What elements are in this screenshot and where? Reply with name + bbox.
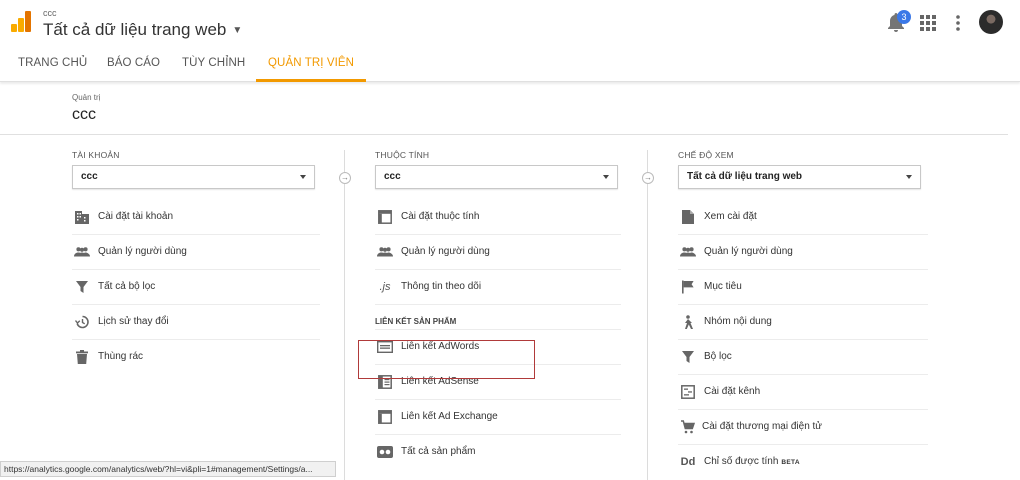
more-vert-icon[interactable] (954, 14, 962, 32)
property-settings-label: Cài đặt thuộc tính (401, 211, 480, 222)
view-column-label: CHẾ ĐỘ XEM (678, 150, 734, 160)
dropdown-arrow-icon (300, 175, 306, 179)
property-user-management-item[interactable]: Quản lý người dùng (375, 235, 621, 270)
account-settings-item[interactable]: Cài đặt tài khoản (72, 200, 320, 235)
change-history-item[interactable]: Lịch sử thay đổi (72, 305, 320, 340)
arrow-right-icon: → (642, 172, 654, 184)
property-settings-item[interactable]: Cài đặt thuộc tính (375, 200, 621, 235)
calculated-metrics-label: Chỉ số được tính BETA (704, 456, 800, 467)
view-title: Tất cả dữ liệu trang web (43, 20, 227, 39)
apps-grid-icon[interactable] (920, 15, 936, 31)
account-select-value: ccc (81, 171, 98, 182)
ad-exchange-linking-label: Liên kết Ad Exchange (401, 411, 498, 422)
notification-badge: 3 (897, 10, 911, 24)
breadcrumb: Quản trị (72, 93, 101, 102)
tab-reports[interactable]: BÁO CÁO (107, 46, 160, 82)
trash-icon (74, 349, 90, 365)
view-settings-item[interactable]: Xem cài đặt (678, 200, 928, 235)
content-grouping-item[interactable]: Nhóm nội dung (678, 305, 928, 340)
all-products-label: Tất cả sản phẩm (401, 446, 476, 457)
trash-item[interactable]: Thùng rác (72, 340, 320, 375)
account-name-small: ccc (43, 8, 57, 18)
view-select-value: Tất cả dữ liệu trang web (687, 171, 803, 182)
property-select[interactable]: ccc (375, 165, 618, 189)
account-settings-label: Cài đặt tài khoản (98, 211, 174, 222)
ecommerce-settings-item[interactable]: Cài đặt thương mại điện tử (678, 410, 928, 445)
product-linking-heading: LIÊN KẾT SẢN PHẨM (375, 305, 621, 330)
view-filters-label: Bộ lọc (704, 351, 732, 362)
people-icon (74, 244, 90, 260)
document-icon (680, 209, 696, 225)
ecommerce-settings-label: Cài đặt thương mại điện tử (702, 421, 823, 432)
account-user-management-item[interactable]: Quản lý người dùng (72, 235, 320, 270)
user-avatar[interactable] (979, 10, 1003, 34)
all-filters-item[interactable]: Tất cả bộ lọc (72, 270, 320, 305)
property-user-management-label: Quản lý người dùng (401, 246, 490, 257)
column-divider (344, 150, 345, 480)
people-icon (377, 244, 393, 260)
divider (0, 134, 1008, 135)
cart-icon (680, 419, 696, 435)
tab-admin[interactable]: QUẢN TRỊ VIÊN (256, 46, 367, 82)
history-icon (74, 314, 90, 330)
all-products-icon (377, 444, 393, 460)
calculated-metrics-item[interactable]: Dd Chỉ số được tính BETA (678, 445, 928, 480)
view-filters-item[interactable]: Bộ lọc (678, 340, 928, 375)
js-icon: .js (379, 281, 391, 293)
window-icon (377, 409, 393, 425)
view-user-management-item[interactable]: Quản lý người dùng (678, 235, 928, 270)
property-column-label: THUỘC TÍNH (375, 150, 430, 160)
tab-customization[interactable]: TÙY CHỈNH (182, 46, 245, 82)
all-filters-label: Tất cả bộ lọc (98, 281, 156, 292)
goals-label: Mục tiêu (704, 281, 742, 292)
column-divider (647, 150, 648, 480)
browser-status-url: https://analytics.google.com/analytics/w… (0, 461, 336, 477)
account-select[interactable]: ccc (72, 165, 315, 189)
filter-icon (680, 349, 696, 365)
all-products-item[interactable]: Tất cả sản phẩm (375, 435, 621, 470)
people-icon (680, 244, 696, 260)
tracking-info-label: Thông tin theo dõi (401, 281, 482, 292)
view-settings-label: Xem cài đặt (704, 211, 757, 222)
change-history-label: Lịch sử thay đổi (98, 316, 169, 327)
view-user-management-label: Quản lý người dùng (704, 246, 793, 257)
dropdown-arrow-icon (603, 175, 609, 179)
dropdown-arrow-icon (906, 175, 912, 179)
tracking-info-item[interactable]: .js Thông tin theo dõi (375, 270, 621, 305)
account-user-management-label: Quản lý người dùng (98, 246, 187, 257)
adwords-highlight-box (358, 340, 535, 379)
analytics-logo-icon[interactable] (10, 10, 32, 34)
person-walk-icon (680, 314, 696, 330)
building-icon (74, 209, 90, 225)
beta-badge: BETA (781, 459, 800, 466)
caret-down-icon: ▼ (232, 24, 243, 36)
property-column: THUỘC TÍNH ccc Cài đặt thuộc tính Quản l… (375, 150, 621, 470)
arrow-right-icon: → (339, 172, 351, 184)
channel-settings-label: Cài đặt kênh (704, 386, 761, 397)
view-column: CHẾ ĐỘ XEM Tất cả dữ liệu trang web Xem … (678, 150, 928, 480)
flag-icon (680, 279, 696, 295)
channel-settings-icon (680, 384, 696, 400)
trash-label: Thùng rác (98, 351, 144, 362)
content-grouping-label: Nhóm nội dung (704, 316, 772, 327)
property-select-value: ccc (384, 171, 401, 182)
channel-settings-item[interactable]: Cài đặt kênh (678, 375, 928, 410)
goals-item[interactable]: Mục tiêu (678, 270, 928, 305)
window-icon (377, 209, 393, 225)
top-bar: ccc Tất cả dữ liệu trang web ▼ 3 (0, 0, 1020, 46)
dd-icon: Dd (680, 456, 696, 468)
ad-exchange-linking-item[interactable]: Liên kết Ad Exchange (375, 400, 621, 435)
main-nav: TRANG CHỦ BÁO CÁO TÙY CHỈNH QUẢN TRỊ VIÊ… (0, 46, 1020, 82)
filter-icon (74, 279, 90, 295)
page-title: ccc (72, 106, 96, 123)
account-column: TÀI KHOẢN ccc Cài đặt tài khoản Quản lý … (72, 150, 320, 375)
tab-home[interactable]: TRANG CHỦ (18, 46, 87, 82)
view-selector[interactable]: Tất cả dữ liệu trang web ▼ (43, 20, 242, 40)
account-column-label: TÀI KHOẢN (72, 150, 120, 160)
view-select[interactable]: Tất cả dữ liệu trang web (678, 165, 921, 189)
